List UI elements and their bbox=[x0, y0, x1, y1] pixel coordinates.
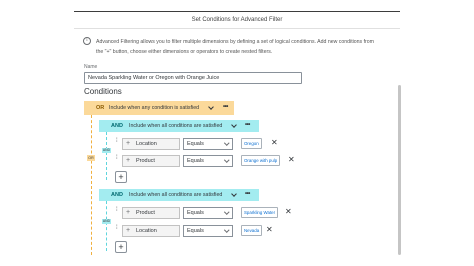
chevron-down-icon[interactable] bbox=[231, 191, 237, 197]
operator-select[interactable]: Equals bbox=[183, 225, 233, 237]
value-token[interactable]: Nevada bbox=[241, 225, 263, 236]
or-operator-label[interactable]: OR bbox=[96, 105, 104, 111]
info-line-1: Advanced Filtering allows you to filter … bbox=[96, 39, 374, 45]
chevron-down-icon bbox=[223, 157, 229, 163]
chevron-down-icon bbox=[223, 209, 229, 215]
and-group-bar-2[interactable]: AND Include when all conditions are sati… bbox=[99, 189, 259, 201]
remove-condition-icon[interactable]: ✕ bbox=[266, 225, 273, 235]
chevron-down-icon bbox=[223, 140, 229, 146]
operator-select-label: Equals bbox=[187, 141, 204, 147]
name-input[interactable]: Nevada Sparkling Water or Oregon with Or… bbox=[84, 72, 302, 84]
drag-handle-icon[interactable]: ⁞ bbox=[116, 138, 119, 144]
more-options-icon[interactable]: ••• bbox=[223, 104, 228, 110]
operator-select[interactable]: Equals bbox=[183, 207, 233, 219]
name-label: Name bbox=[84, 64, 98, 70]
dimension-label: Product bbox=[136, 210, 155, 216]
value-token[interactable]: Orange with pulp bbox=[241, 155, 281, 166]
and-connector-tag-2: AND bbox=[102, 219, 111, 224]
and-operator-label[interactable]: AND bbox=[111, 123, 123, 129]
operator-select[interactable]: Equals bbox=[183, 155, 233, 167]
info-icon: i bbox=[83, 37, 91, 45]
drag-handle-icon[interactable]: ⁞ bbox=[116, 207, 119, 213]
value-token[interactable]: Oregon bbox=[241, 138, 262, 149]
add-condition-button[interactable]: + bbox=[115, 171, 127, 183]
add-condition-button[interactable]: + bbox=[115, 241, 127, 253]
and-description: Include when all conditions are satisfie… bbox=[129, 192, 223, 198]
title-divider bbox=[74, 28, 400, 29]
and-description: Include when all conditions are satisfie… bbox=[129, 123, 223, 129]
operator-select[interactable]: Equals bbox=[183, 138, 233, 150]
and-group-bar-1[interactable]: AND Include when all conditions are sati… bbox=[99, 120, 259, 132]
dimension-field[interactable]: + Location bbox=[122, 225, 180, 237]
conditions-title: Conditions bbox=[84, 87, 122, 96]
or-condition-bar[interactable]: OR Include when any condition is satisfi… bbox=[84, 101, 234, 115]
dimension-field[interactable]: + Product bbox=[122, 155, 180, 167]
operator-select-label: Equals bbox=[187, 228, 204, 234]
chevron-down-icon bbox=[223, 227, 229, 233]
more-options-icon[interactable]: ••• bbox=[245, 122, 250, 128]
dimension-field[interactable]: + Product bbox=[122, 207, 180, 219]
or-connector-line bbox=[91, 115, 92, 255]
operator-select-label: Equals bbox=[187, 210, 204, 216]
value-token[interactable]: Sparkling Water bbox=[241, 207, 279, 218]
and-connector-line-1 bbox=[106, 132, 107, 180]
dialog-title: Set Conditions for Advanced Filter bbox=[191, 17, 283, 23]
remove-condition-icon[interactable]: ✕ bbox=[271, 138, 278, 148]
and-operator-label[interactable]: AND bbox=[111, 192, 123, 198]
info-line-2: the "+" button, choose either dimensions… bbox=[96, 49, 273, 55]
drag-handle-icon[interactable]: ⁞ bbox=[116, 155, 119, 161]
chevron-down-icon[interactable] bbox=[231, 122, 237, 128]
plus-icon: + bbox=[126, 140, 131, 147]
or-description: Include when any condition is satisfied bbox=[109, 105, 200, 111]
info-text: Advanced Filtering allows you to filter … bbox=[96, 37, 406, 57]
remove-condition-icon[interactable]: ✕ bbox=[285, 207, 292, 217]
or-connector-tag: OR bbox=[87, 155, 95, 161]
remove-condition-icon[interactable]: ✕ bbox=[288, 155, 295, 165]
plus-icon: + bbox=[126, 227, 131, 234]
dimension-field[interactable]: + Location bbox=[122, 138, 180, 150]
and-connector-line-2 bbox=[106, 201, 107, 251]
drag-handle-icon[interactable]: ⁞ bbox=[116, 225, 119, 231]
dimension-label: Location bbox=[136, 228, 157, 234]
dimension-label: Location bbox=[136, 141, 157, 147]
dialog-top-rule bbox=[74, 11, 400, 12]
dimension-label: Product bbox=[136, 158, 155, 164]
more-options-icon[interactable]: ••• bbox=[245, 191, 250, 197]
chevron-down-icon[interactable] bbox=[208, 104, 214, 110]
plus-icon: + bbox=[126, 157, 131, 164]
operator-select-label: Equals bbox=[187, 158, 204, 164]
vertical-scrollbar[interactable] bbox=[398, 85, 401, 255]
and-connector-tag-1: AND bbox=[102, 148, 111, 153]
plus-icon: + bbox=[126, 209, 131, 216]
